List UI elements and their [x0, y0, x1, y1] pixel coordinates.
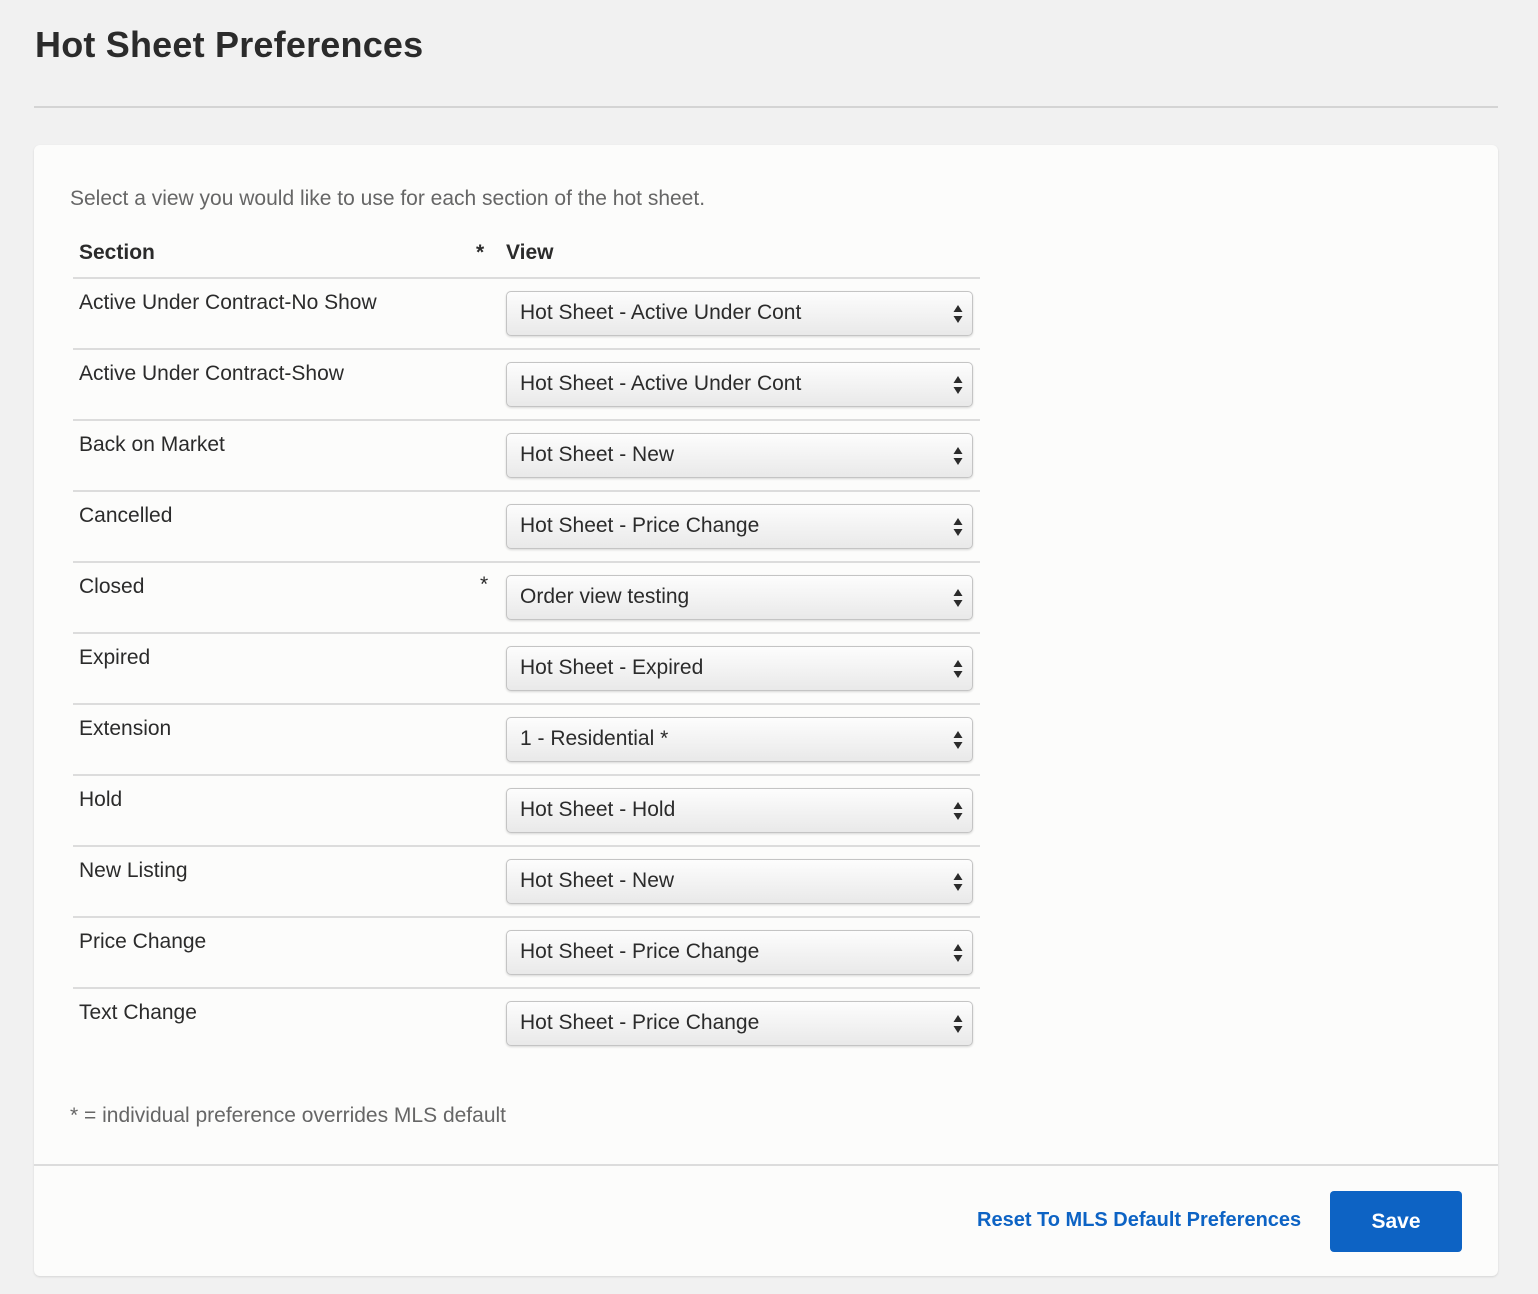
- table-row: Closed * Order view testing: [73, 563, 980, 634]
- view-select[interactable]: Hot Sheet - New: [506, 859, 973, 904]
- table-row: Expired Hot Sheet - Expired: [73, 634, 980, 705]
- table-row: Text Change Hot Sheet - Price Change: [73, 989, 980, 1060]
- footer-divider: [34, 1164, 1498, 1166]
- view-select[interactable]: Hot Sheet - Active Under Cont: [506, 291, 973, 336]
- up-down-arrows-icon: [953, 660, 963, 678]
- table-row: Price Change Hot Sheet - Price Change: [73, 918, 980, 989]
- override-column-header: *: [476, 241, 485, 264]
- preferences-card: Select a view you would like to use for …: [34, 145, 1498, 1276]
- up-down-arrows-icon: [953, 376, 963, 394]
- table-row: Back on Market Hot Sheet - New: [73, 421, 980, 492]
- view-select[interactable]: 1 - Residential *: [506, 717, 973, 762]
- view-select-value: Hot Sheet - Price Change: [520, 1011, 760, 1034]
- section-label: New Listing: [79, 859, 188, 882]
- table-body: Active Under Contract-No Show Hot Sheet …: [73, 279, 980, 1060]
- section-label: Extension: [79, 717, 172, 740]
- up-down-arrows-icon: [953, 1015, 963, 1033]
- section-label: Active Under Contract-No Show: [79, 291, 377, 314]
- view-select[interactable]: Hot Sheet - Price Change: [506, 1001, 973, 1046]
- view-select-value: Hot Sheet - Hold: [520, 798, 676, 821]
- page-title: Hot Sheet Preferences: [35, 24, 424, 65]
- table-header: Section * View: [73, 237, 980, 279]
- reset-to-default-link[interactable]: Reset To MLS Default Preferences: [977, 1209, 1301, 1232]
- override-marker: *: [480, 573, 489, 596]
- view-select-value: Hot Sheet - Active Under Cont: [520, 301, 802, 324]
- table-row: Extension 1 - Residential *: [73, 705, 980, 776]
- section-label: Cancelled: [79, 504, 173, 527]
- view-select-value: Hot Sheet - New: [520, 869, 675, 892]
- up-down-arrows-icon: [953, 447, 963, 465]
- up-down-arrows-icon: [953, 873, 963, 891]
- view-select[interactable]: Order view testing: [506, 575, 973, 620]
- view-select-value: Hot Sheet - Price Change: [520, 514, 760, 537]
- view-select-value: Order view testing: [520, 585, 690, 608]
- table-row: Active Under Contract-No Show Hot Sheet …: [73, 279, 980, 350]
- section-column-header: Section: [79, 241, 155, 264]
- section-label: Active Under Contract-Show: [79, 362, 344, 385]
- up-down-arrows-icon: [953, 305, 963, 323]
- override-footnote: * = individual preference overrides MLS …: [70, 1104, 506, 1127]
- section-label: Back on Market: [79, 433, 225, 456]
- section-label: Price Change: [79, 930, 207, 953]
- table-row: Cancelled Hot Sheet - Price Change: [73, 492, 980, 563]
- view-select[interactable]: Hot Sheet - Expired: [506, 646, 973, 691]
- view-column-header: View: [506, 241, 554, 264]
- table-row: New Listing Hot Sheet - New: [73, 847, 980, 918]
- intro-text: Select a view you would like to use for …: [70, 187, 706, 210]
- title-divider: [34, 106, 1498, 108]
- table-row: Active Under Contract-Show Hot Sheet - A…: [73, 350, 980, 421]
- up-down-arrows-icon: [953, 944, 963, 962]
- section-label: Closed: [79, 575, 145, 598]
- view-select-value: Hot Sheet - Active Under Cont: [520, 372, 802, 395]
- up-down-arrows-icon: [953, 802, 963, 820]
- view-select[interactable]: Hot Sheet - Hold: [506, 788, 973, 833]
- up-down-arrows-icon: [953, 731, 963, 749]
- view-select[interactable]: Hot Sheet - Active Under Cont: [506, 362, 973, 407]
- section-label: Text Change: [79, 1001, 197, 1024]
- view-select-value: 1 - Residential *: [520, 727, 669, 750]
- table-row: Hold Hot Sheet - Hold: [73, 776, 980, 847]
- preferences-table: Section * View Active Under Contract-No …: [73, 237, 980, 1060]
- view-select[interactable]: Hot Sheet - Price Change: [506, 504, 973, 549]
- section-label: Hold: [79, 788, 123, 811]
- view-select[interactable]: Hot Sheet - Price Change: [506, 930, 973, 975]
- up-down-arrows-icon: [953, 518, 963, 536]
- save-button[interactable]: Save: [1330, 1191, 1462, 1252]
- view-select-value: Hot Sheet - Expired: [520, 656, 704, 679]
- up-down-arrows-icon: [953, 589, 963, 607]
- section-label: Expired: [79, 646, 151, 669]
- view-select-value: Hot Sheet - New: [520, 443, 675, 466]
- view-select-value: Hot Sheet - Price Change: [520, 940, 760, 963]
- view-select[interactable]: Hot Sheet - New: [506, 433, 973, 478]
